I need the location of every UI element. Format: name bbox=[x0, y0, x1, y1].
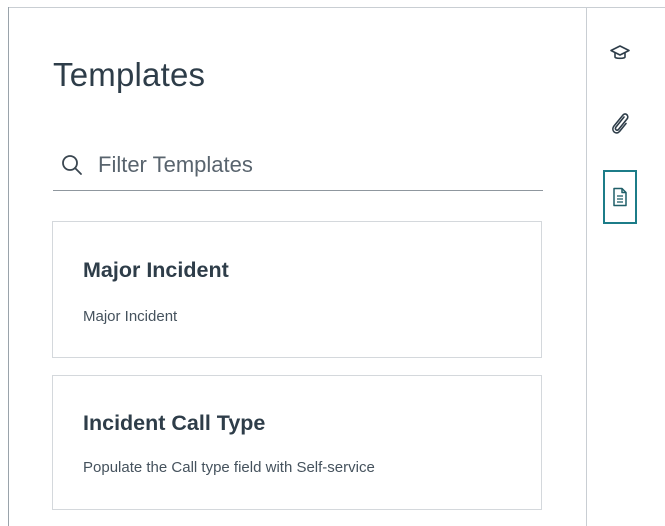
template-card-incident-call-type[interactable]: Incident Call Type Populate the Call typ… bbox=[52, 375, 542, 510]
template-card-description: Major Incident bbox=[83, 308, 178, 325]
document-icon bbox=[613, 187, 627, 207]
screen: Templates Major Incident Major Incident … bbox=[0, 0, 665, 526]
search-icon bbox=[62, 154, 82, 175]
page-title: Templates bbox=[53, 56, 206, 93]
paperclip-icon bbox=[612, 113, 629, 134]
template-card-title: Major Incident bbox=[83, 258, 229, 282]
template-card-title: Incident Call Type bbox=[83, 411, 266, 435]
filter-input[interactable] bbox=[98, 151, 518, 178]
template-card-description: Populate the Call type field with Self-s… bbox=[83, 459, 375, 476]
rail-divider bbox=[586, 7, 587, 526]
template-card-major-incident[interactable]: Major Incident Major Incident bbox=[52, 221, 542, 358]
attachments-button[interactable] bbox=[604, 108, 636, 140]
templates-button[interactable] bbox=[603, 170, 637, 224]
filter-field[interactable] bbox=[53, 139, 543, 191]
graduation-cap-icon bbox=[610, 45, 630, 60]
learning-button[interactable] bbox=[604, 37, 636, 69]
